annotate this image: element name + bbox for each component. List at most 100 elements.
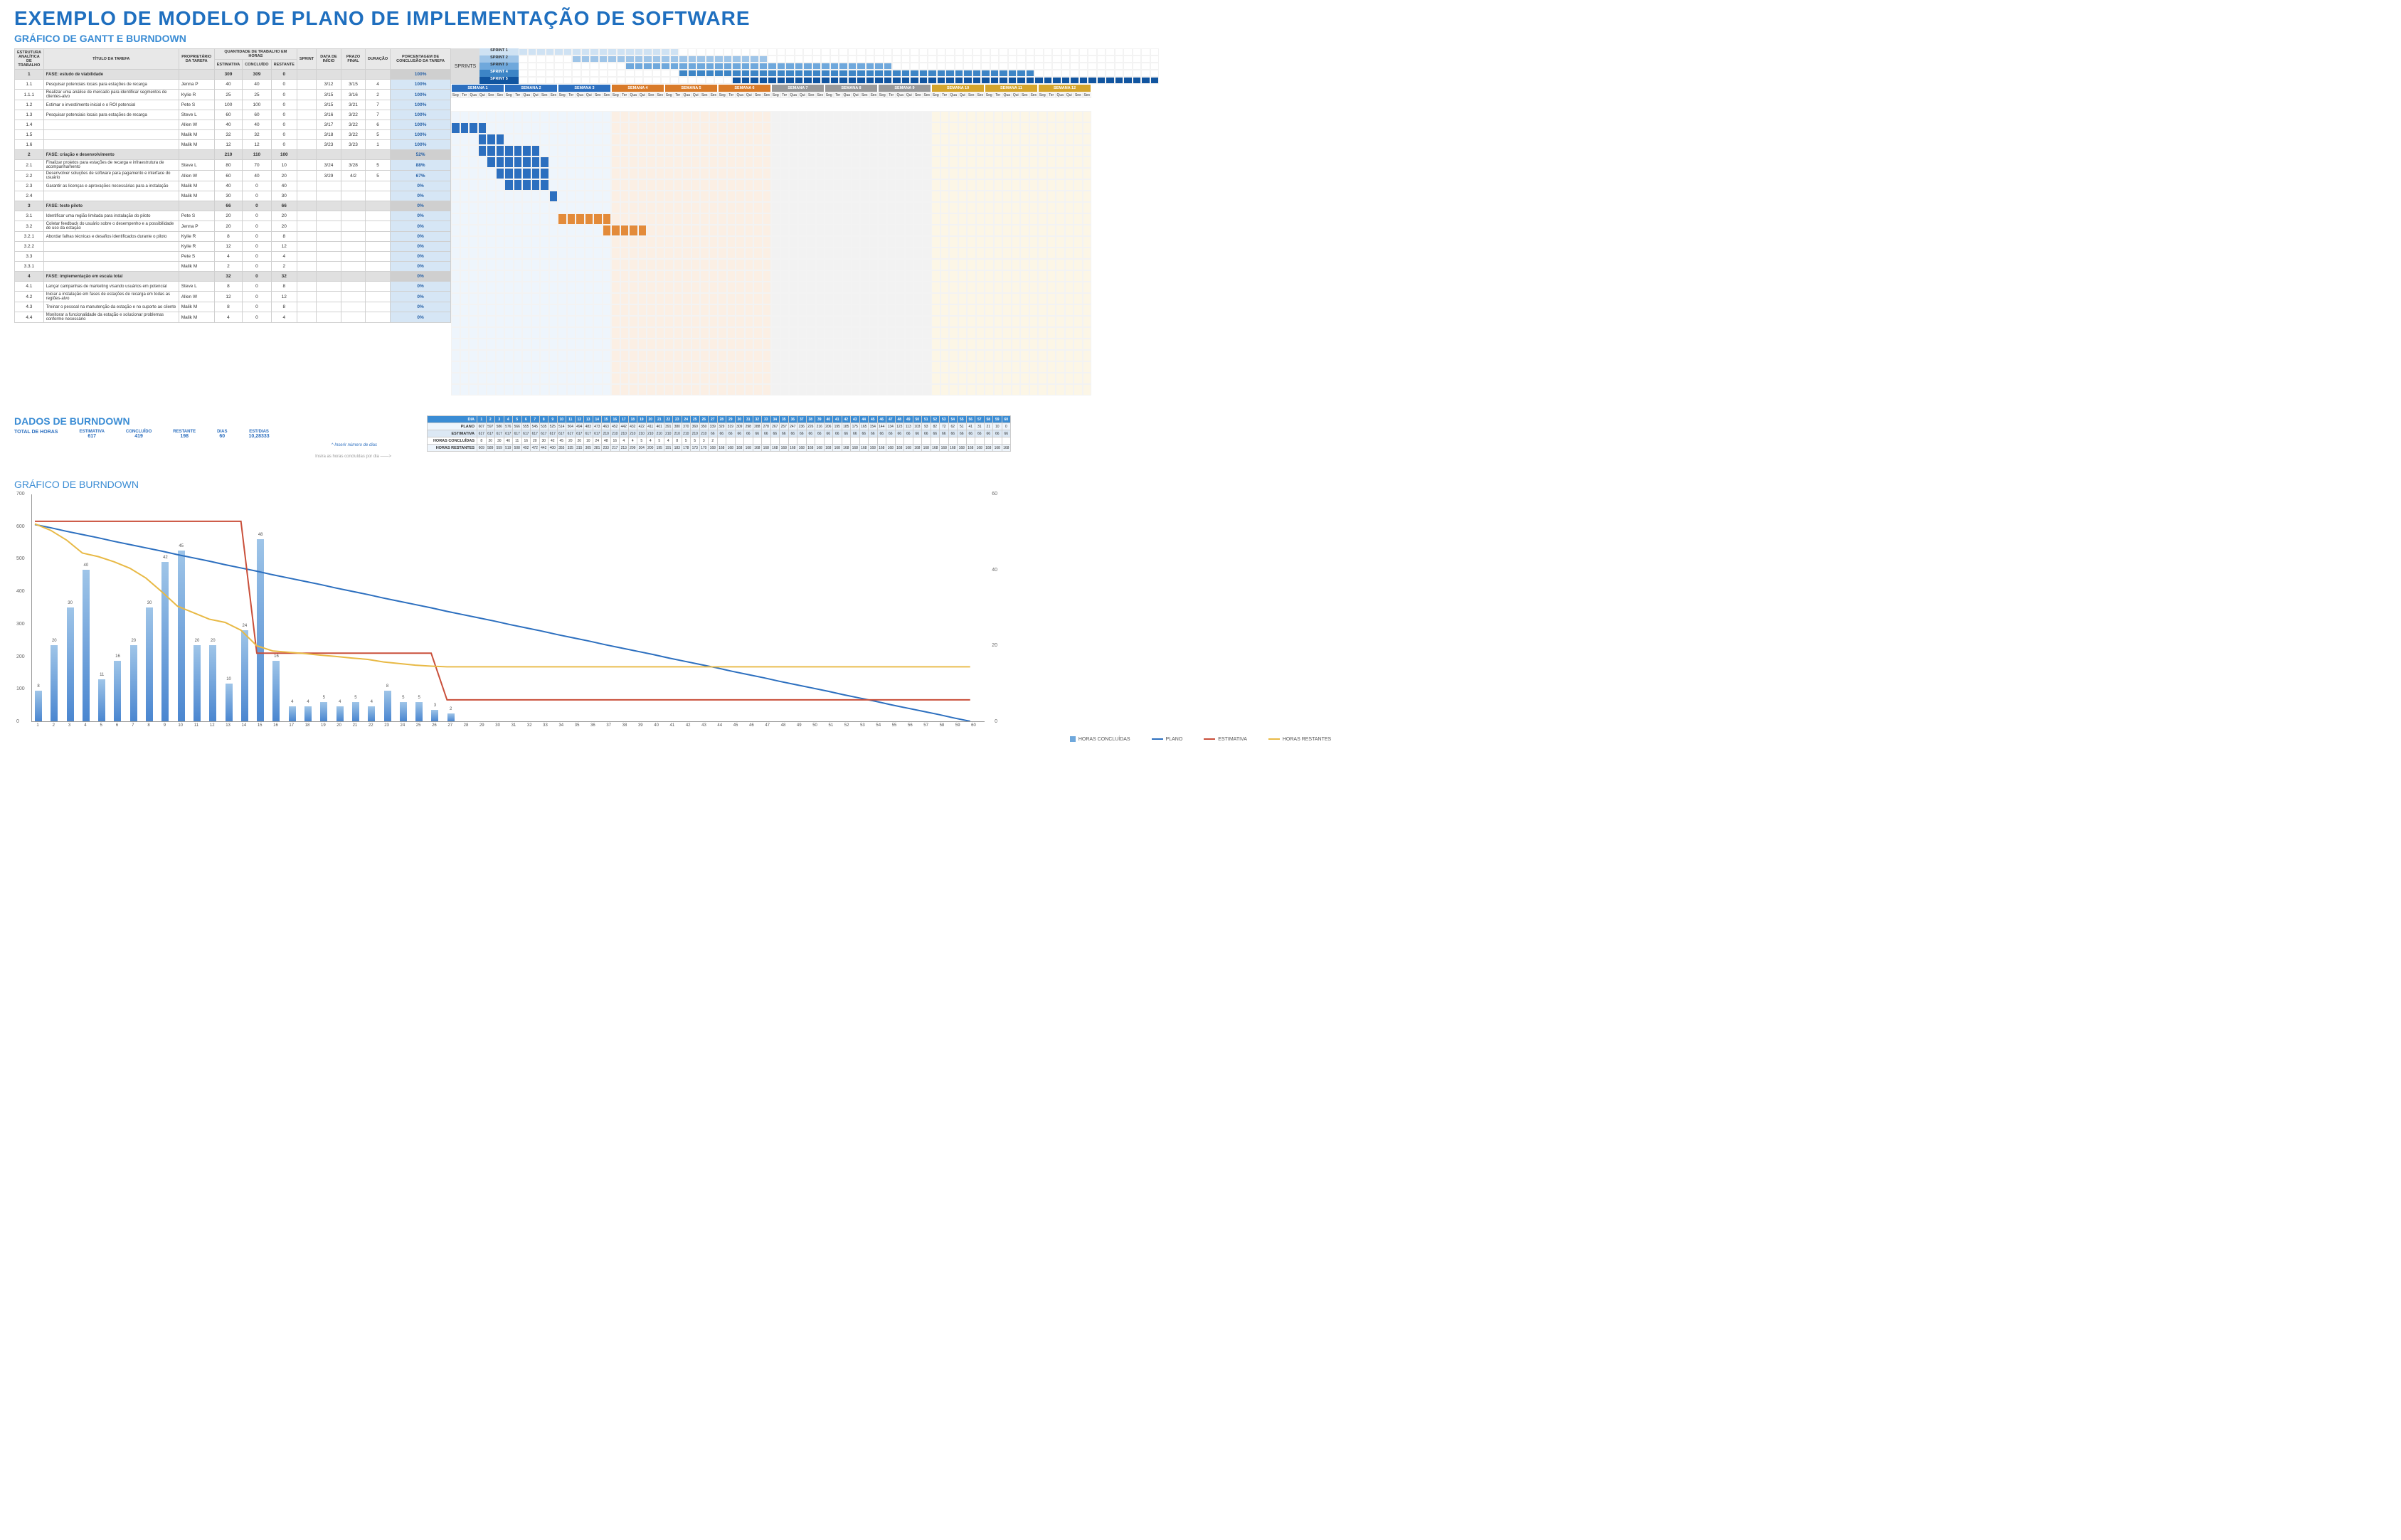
burndown-chart: 8203040111620304245202010244816445454855…	[31, 494, 985, 722]
val-rest: 198	[173, 434, 196, 439]
gantt-row	[451, 304, 2387, 316]
insert-hours-note: Insira as horas concluídas por dia ——>	[14, 455, 398, 459]
total-hours-label: TOTAL DE HORAS	[14, 430, 58, 439]
th-owner: PROPRIETÁRIO DA TAREFA	[179, 49, 214, 70]
legend-plano: PLANO	[1152, 736, 1183, 742]
gantt-row	[451, 373, 2387, 384]
gantt-row	[451, 316, 2387, 327]
burndown-grid-wrap: DIA1234567891011121314151617181920212223…	[427, 415, 1011, 459]
task-row: 1.2Estimar o investimento inicial e o RO…	[15, 100, 451, 110]
legend-estimativa-label: ESTIMATIVA	[1218, 737, 1247, 742]
val-est: 617	[79, 434, 104, 439]
week-header-cell: SEMANA 11	[985, 84, 1038, 92]
task-row: 3.2.1Abordar falhas técnicas e desafios …	[15, 232, 451, 242]
task-row: 1.4Allen W404003/173/226100%	[15, 120, 451, 130]
legend-plano-label: PLANO	[1166, 737, 1183, 742]
val-estday: 10,28333	[248, 434, 269, 439]
week-header-cell: SEMANA 1	[451, 84, 504, 92]
val-days: 60	[217, 434, 227, 439]
chart-title: GRÁFICO DE BURNDOWN	[14, 479, 2387, 490]
gantt-row	[451, 156, 2387, 168]
gantt-row	[451, 168, 2387, 179]
burndown-title: DADOS DE BURNDOWN	[14, 415, 398, 427]
week-header-cell: SEMANA 9	[878, 84, 931, 92]
week-header-cell: SEMANA 10	[931, 84, 985, 92]
week-header-cell: SEMANA 4	[611, 84, 664, 92]
task-row: 4.1Lançar campanhas de marketing visando…	[15, 282, 451, 292]
task-row: 4.2Iniciar a instalação em fases de esta…	[15, 292, 451, 302]
gantt-row	[451, 259, 2387, 270]
gantt-row	[451, 339, 2387, 350]
gantt-row	[451, 202, 2387, 213]
gantt-row	[451, 213, 2387, 225]
sprint-label: SPRINT 2	[479, 55, 519, 63]
task-row: 1.5Malik M323203/183/225100%	[15, 130, 451, 140]
gantt-row	[451, 145, 2387, 156]
task-row: 1.3Pesquisar potenciais locais para esta…	[15, 110, 451, 120]
week-header-cell: SEMANA 12	[1038, 84, 1091, 92]
gantt-row	[451, 361, 2387, 373]
task-row: 1FASE: estudo de viabilidade3093090100%	[15, 70, 451, 80]
task-row: 3.3.1Malik M2020%	[15, 262, 451, 272]
week-header-cell: SEMANA 3	[558, 84, 611, 92]
th-workgroup: QUANTIDADE DE TRABALHO EM HORAS	[214, 49, 297, 60]
gantt-row	[451, 248, 2387, 259]
task-row: 4FASE: implementação em escala total3203…	[15, 272, 451, 282]
task-row: 1.6Malik M121203/233/231100%	[15, 140, 451, 150]
th-title: TÍTULO DA TAREFA	[43, 49, 179, 70]
gantt-row	[451, 179, 2387, 191]
th-est: ESTIMATIVA	[214, 60, 243, 70]
th-sprint: SPRINT	[297, 49, 316, 70]
task-row: 2.2Desenvolver soluções de software para…	[15, 171, 451, 181]
th-wbs: ESTRUTURA ANALÍTICA DE TRABALHO	[15, 49, 44, 70]
gantt-row	[451, 236, 2387, 248]
legend-estimativa: ESTIMATIVA	[1204, 736, 1247, 742]
sprint-label: SPRINT 4	[479, 70, 519, 77]
gantt-row	[451, 134, 2387, 145]
gantt-row	[451, 293, 2387, 304]
week-header-cell: SEMANA 5	[664, 84, 718, 92]
page-title: EXEMPLO DE MODELO DE PLANO DE IMPLEMENTA…	[14, 7, 2387, 30]
task-table-container: ESTRUTURA ANALÍTICA DE TRABALHO TÍTULO D…	[14, 48, 451, 395]
val-done: 419	[126, 434, 152, 439]
legend-restantes-label: HORAS RESTANTES	[1283, 737, 1331, 742]
task-row: 3.1Identificar uma região limitada para …	[15, 211, 451, 221]
task-row: 3.2Coletar feedback do usuário sobre o d…	[15, 221, 451, 232]
sprints-label: SPRINTS	[451, 48, 479, 84]
task-row: 1.1Pesquisar potenciais locais para esta…	[15, 80, 451, 90]
gantt-row	[451, 350, 2387, 361]
gantt-row	[451, 225, 2387, 236]
th-pct: PORCENTAGEM DE CONCLUSÃO DA TAREFA	[391, 49, 451, 70]
gantt-row	[451, 384, 2387, 395]
insert-days-note: ^ Inserir número de dias	[14, 443, 398, 447]
task-row: 2.4Malik M300300%	[15, 191, 451, 201]
gantt-row	[451, 270, 2387, 282]
legend-bars: HORAS CONCLUÍDAS	[1070, 736, 1130, 742]
burndown-summary: DADOS DE BURNDOWN TOTAL DE HORAS ESTIMAT…	[14, 415, 398, 459]
gantt-subtitle: GRÁFICO DE GANTT E BURNDOWN	[14, 33, 2387, 44]
sprint-label: SPRINT 1	[479, 48, 519, 55]
gantt-area: SPRINTSSPRINT 1SPRINT 2SPRINT 3SPRINT 4S…	[451, 48, 2387, 395]
gantt-row	[451, 327, 2387, 339]
week-header-cell: SEMANA 6	[718, 84, 771, 92]
week-header-cell: SEMANA 7	[771, 84, 825, 92]
task-row: 4.4Monitorar a funcionalidade da estação…	[15, 312, 451, 323]
th-dur: DURAÇÃO	[366, 49, 391, 70]
task-row: 3.3Pete S4040%	[15, 252, 451, 262]
task-row: 3FASE: teste piloto660660%	[15, 201, 451, 211]
task-table: ESTRUTURA ANALÍTICA DE TRABALHO TÍTULO D…	[14, 48, 451, 323]
th-rest: RESTANTE	[271, 60, 297, 70]
week-header-cell: SEMANA 8	[825, 84, 878, 92]
th-end: PRAZO FINAL	[341, 49, 365, 70]
th-start: DATA DE INÍCIO	[317, 49, 341, 70]
task-row: 2.3Garantir as licenças e aprovações nec…	[15, 181, 451, 191]
week-header-cell: SEMANA 2	[504, 84, 558, 92]
burndown-grid: DIA1234567891011121314151617181920212223…	[427, 415, 1011, 452]
task-row: 3.2.2Kylie R120120%	[15, 242, 451, 252]
legend-restantes: HORAS RESTANTES	[1268, 736, 1331, 742]
sprint-label: SPRINT 5	[479, 77, 519, 84]
gantt-row	[451, 111, 2387, 122]
gantt-row	[451, 191, 2387, 202]
task-row: 2.1Finalizar projetos para estações de r…	[15, 160, 451, 171]
legend-bars-label: HORAS CONCLUÍDAS	[1078, 737, 1130, 742]
